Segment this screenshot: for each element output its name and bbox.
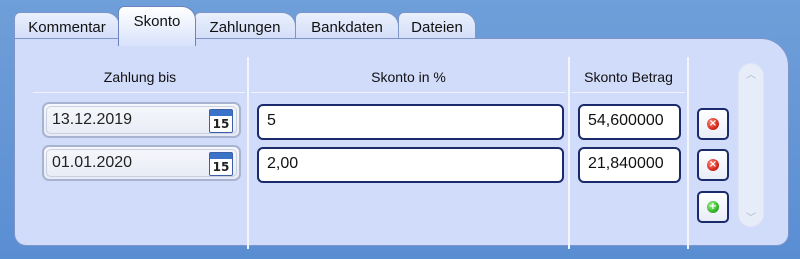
add-icon: + (707, 201, 719, 213)
vertical-scrollbar[interactable]: ︿ ﹀ (738, 63, 764, 227)
scroll-down-icon[interactable]: ﹀ (739, 209, 763, 224)
header-underline (251, 92, 566, 93)
skonto-percent-input[interactable]: 2,00 (257, 147, 564, 183)
column-header-amount: Skonto Betrag (584, 69, 673, 85)
header-underline (33, 92, 245, 93)
column-divider (687, 57, 689, 249)
calendar-icon[interactable]: 15 (209, 109, 233, 133)
column-divider (247, 57, 249, 249)
column-header-percent: Skonto in % (371, 69, 446, 85)
add-row-button[interactable]: + (697, 191, 729, 223)
scroll-up-icon[interactable]: ︿ (739, 66, 763, 81)
skonto-amount-input[interactable]: 21,840000 (578, 147, 681, 183)
skonto-percent-input[interactable]: 5 (257, 104, 564, 140)
calendar-icon[interactable]: 15 (209, 152, 233, 176)
header-underline (572, 92, 685, 93)
date-value: 01.01.2020 (52, 154, 133, 171)
delete-icon: × (707, 159, 719, 171)
delete-row-button[interactable]: × (697, 108, 729, 140)
delete-row-button[interactable]: × (697, 149, 729, 181)
delete-icon: × (707, 118, 719, 130)
date-picker[interactable]: 01.01.2020 15 (42, 145, 241, 181)
skonto-panel: Zahlung bis Skonto in % Skonto Betrag 13… (14, 38, 789, 249)
column-divider (568, 57, 570, 249)
skonto-amount-input[interactable]: 54,600000 (578, 104, 681, 140)
column-header-date: Zahlung bis (103, 69, 177, 85)
tab-skonto[interactable]: Skonto (118, 6, 196, 46)
date-value: 13.12.2019 (52, 111, 133, 128)
date-picker[interactable]: 13.12.2019 15 (42, 102, 241, 138)
